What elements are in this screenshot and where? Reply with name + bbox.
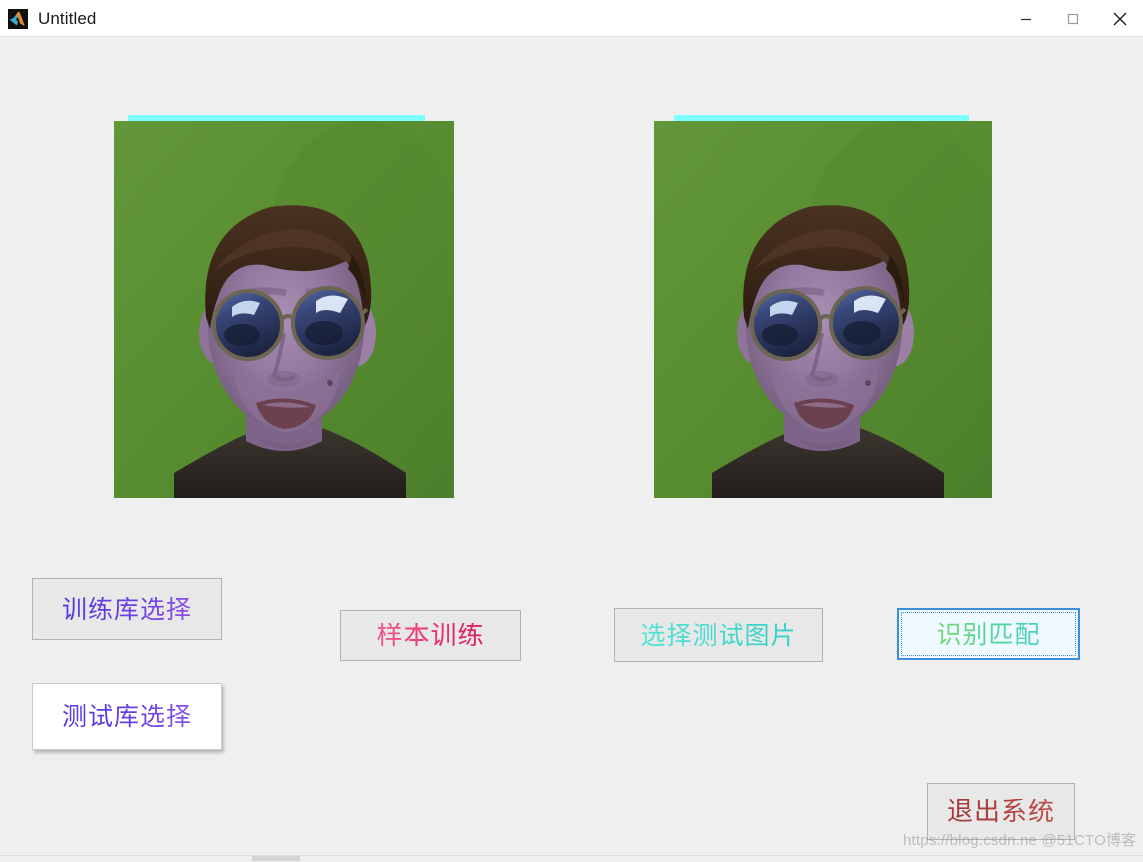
sample-training-button[interactable]: 样本训练 xyxy=(340,610,521,661)
matlab-gui-window: Untitled 测 xyxy=(0,0,1143,862)
matlab-icon xyxy=(8,8,28,29)
test-image-photo xyxy=(114,121,454,498)
test-portrait-svg xyxy=(114,121,454,498)
select-test-picture-label: 选择测试图片 xyxy=(640,620,797,650)
title-bar: Untitled xyxy=(0,0,1143,37)
recognize-match-button[interactable]: 识别匹配 xyxy=(897,608,1080,660)
minimize-button[interactable] xyxy=(1002,0,1049,37)
maximize-button[interactable] xyxy=(1049,0,1096,37)
select-test-picture-button[interactable]: 选择测试图片 xyxy=(614,608,823,662)
window-controls xyxy=(1002,0,1143,37)
test-library-select-button[interactable]: 测试库选择 xyxy=(32,683,222,750)
train-library-select-label: 训练库选择 xyxy=(61,594,192,624)
sample-training-label: 样本训练 xyxy=(376,620,485,651)
exit-system-button[interactable]: 退出系统 xyxy=(927,783,1075,840)
matched-image-photo xyxy=(654,121,992,498)
matched-portrait-svg xyxy=(654,121,992,498)
recognize-match-label: 识别匹配 xyxy=(936,619,1041,649)
horizontal-scrollbar-thumb[interactable] xyxy=(252,856,300,861)
client-area: 测试图像 匹配图像 xyxy=(0,37,1143,862)
exit-system-label: 退出系统 xyxy=(946,796,1055,827)
window-title: Untitled xyxy=(38,8,97,28)
close-button[interactable] xyxy=(1096,0,1143,37)
test-library-select-label: 测试库选择 xyxy=(61,702,192,731)
horizontal-scrollbar[interactable] xyxy=(0,855,1143,862)
title-bar-left: Untitled xyxy=(0,8,97,29)
train-library-select-button[interactable]: 训练库选择 xyxy=(32,578,222,640)
